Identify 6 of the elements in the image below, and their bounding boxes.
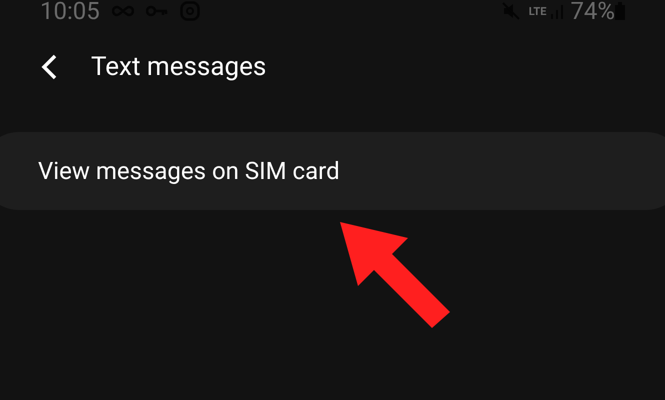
lte-label: LTE [528,6,546,16]
page-title[interactable]: Text messages [91,48,266,86]
battery-percent: 74% [570,0,615,27]
status-time: 10:05 [40,0,100,27]
list-item[interactable]: View messages on SIM card [0,132,665,210]
chevron-left-icon [40,53,58,81]
